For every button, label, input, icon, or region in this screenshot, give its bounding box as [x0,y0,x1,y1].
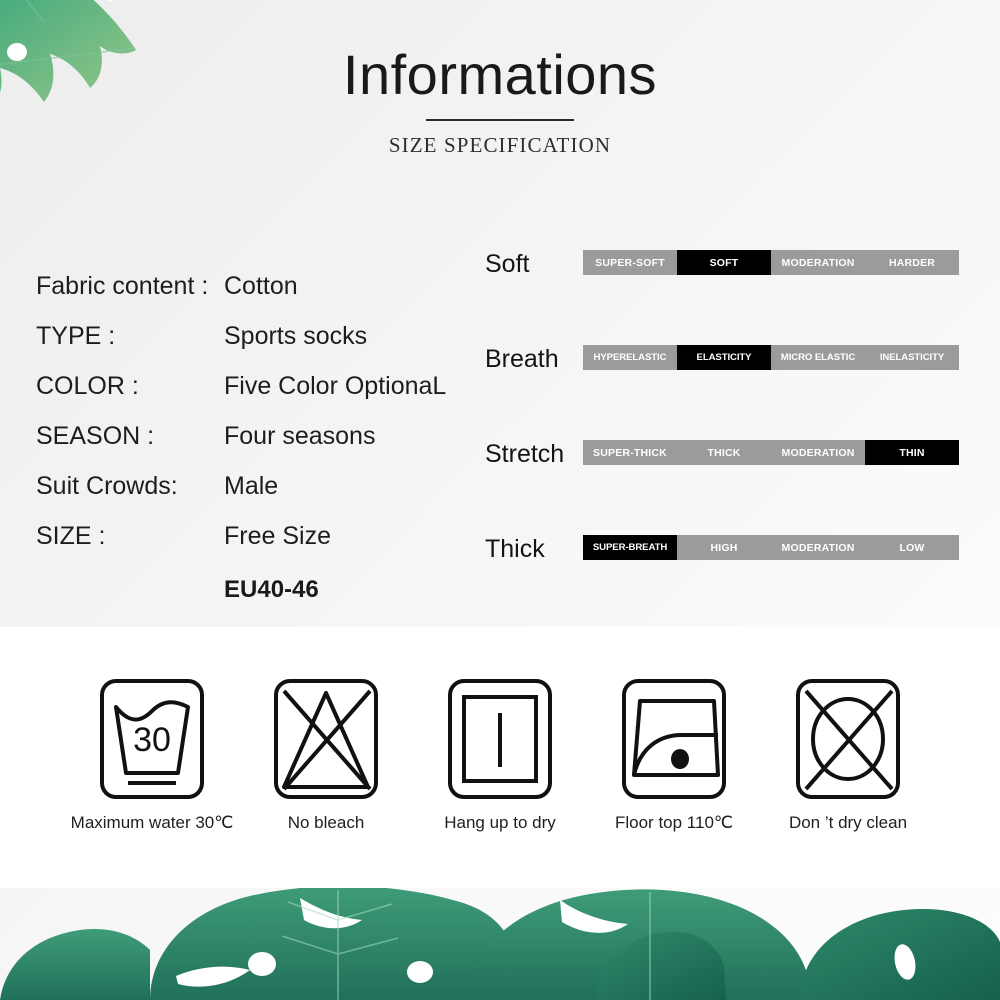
care-caption: Hang up to dry [444,813,556,832]
rating-cell: MODERATION [771,250,865,275]
spec-value: Five Color OptionaL [224,372,447,400]
rating-cell: SUPER-THICK [583,440,677,465]
rating-cell-selected: THIN [865,440,959,465]
spec-row: SIZE : Free Size [36,522,466,572]
rating-cell-group: HYPERELASTIC ELASTICITY MICRO ELASTIC IN… [583,345,959,370]
rating-cell: HYPERELASTIC [583,345,677,370]
page-subtitle: SIZE SPECIFICATION [388,133,612,158]
spec-value: Male [224,472,279,500]
care-caption: Maximum water 30℃ [70,813,234,832]
hang-to-dry-icon [448,679,552,799]
spec-row: Suit Crowds: Male [36,472,466,522]
spec-label: COLOR : [36,372,139,400]
rating-cell-selected: SOFT [677,250,771,275]
spec-value: Four seasons [224,422,376,450]
care-caption: Don ’t dry clean [788,813,908,832]
spec-label: Fabric content : [36,272,209,300]
no-dry-clean-icon [796,679,900,799]
product-info-infographic: Informations SIZE SPECIFICATION Fabric c… [0,0,1000,1000]
spec-row: SEASON : Four seasons [36,422,466,472]
care-item-no-bleach: No bleach [239,675,413,833]
rating-row-thick: Thick SUPER-BREATH HIGH MODERATION LOW [485,525,965,620]
spec-label: Suit Crowds: [36,472,178,500]
spec-row: TYPE : Sports socks [36,322,466,372]
rating-cell-group: SUPER-SOFT SOFT MODERATION HARDER [583,250,959,275]
rating-cell: MODERATION [771,535,865,560]
rating-cell: HIGH [677,535,771,560]
care-caption: Floor top 110℃ [614,813,733,832]
rating-cell: THICK [677,440,771,465]
title-divider [426,119,574,122]
iron-one-dot-icon [622,679,726,799]
rating-cell: INELASTICITY [865,345,959,370]
spec-label: TYPE : [36,322,116,350]
header: Informations SIZE SPECIFICATION [0,45,1000,158]
spec-row: COLOR : Five Color OptionaL [36,372,466,422]
page-title: Informations [342,43,658,106]
care-item-hang-dry: Hang up to dry [413,675,587,833]
spec-value: Sports socks [224,322,368,350]
spec-value: Cotton [224,272,298,300]
care-instructions-band: 30 Maximum water 30℃ No bleach Hang up t… [0,627,1000,888]
rating-row-stretch: Stretch SUPER-THICK THICK MODERATION THI… [485,430,965,525]
no-bleach-icon [274,679,378,799]
svg-text:30: 30 [133,721,171,759]
care-item-iron: Floor top 110℃ [587,675,761,833]
rating-cell: HARDER [865,250,959,275]
rating-row-soft: Soft SUPER-SOFT SOFT MODERATION HARDER [485,240,965,335]
rating-row-breath: Breath HYPERELASTIC ELASTICITY MICRO ELA… [485,335,965,430]
rating-cell: MODERATION [771,440,865,465]
rating-label: Soft [485,250,530,278]
rating-cell: MICRO ELASTIC [771,345,865,370]
care-item-no-dry-clean: Don ’t dry clean [761,675,935,833]
rating-label: Thick [485,535,545,563]
spec-label: SEASON : [36,422,155,450]
rating-label: Stretch [485,440,565,468]
spec-row: Fabric content : Cotton [36,272,466,322]
monstera-leaf-bottom-band-icon [0,885,1000,1000]
specification-list: Fabric content : Cotton TYPE : Sports so… [36,272,466,604]
care-item-wash: 30 Maximum water 30℃ [65,675,239,833]
spec-value: Free Size [224,522,331,550]
rating-cell: SUPER-SOFT [583,250,677,275]
rating-scales: Soft SUPER-SOFT SOFT MODERATION HARDER B… [485,240,965,620]
rating-label: Breath [485,345,559,373]
rating-cell-group: SUPER-BREATH HIGH MODERATION LOW [583,535,959,560]
wash-tub-30-icon: 30 [100,679,204,799]
rating-cell: LOW [865,535,959,560]
rating-cell-selected: ELASTICITY [677,345,771,370]
spec-size-range: EU40-46 [224,576,319,603]
rating-cell-selected: SUPER-BREATH [583,535,677,560]
rating-cell-group: SUPER-THICK THICK MODERATION THIN [583,440,959,465]
care-caption: No bleach [287,813,365,832]
spec-label: SIZE : [36,522,106,550]
